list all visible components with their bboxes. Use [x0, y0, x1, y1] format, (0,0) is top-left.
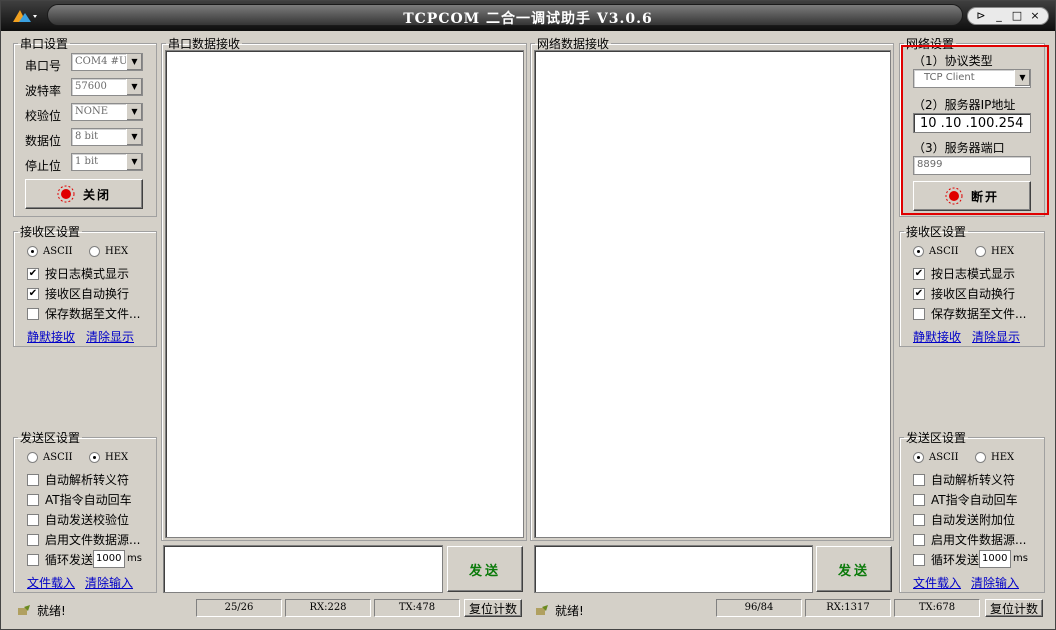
right-status-tx: TX:678 — [894, 599, 980, 617]
right-status-lines: 96/84 — [716, 599, 802, 617]
chevron-down-icon: ▼ — [126, 129, 142, 145]
left-recv-ascii-radio[interactable]: ASCII — [27, 246, 73, 257]
chevron-down-icon: ▼ — [126, 104, 142, 120]
right-save-file-checkbox[interactable]: 保存数据至文件... — [913, 305, 1026, 322]
port-select[interactable]: COM4 #USB ▼ — [71, 53, 143, 71]
window-controls: ⊳ _ □ × — [967, 7, 1049, 25]
right-recv-ascii-radio[interactable]: ASCII — [913, 246, 959, 257]
left-clear-input-link[interactable]: 清除输入 — [85, 574, 133, 591]
ready-status-icon — [18, 604, 30, 615]
stopbits-label: 停止位 — [25, 159, 62, 173]
protocol-select[interactable]: TCP Client ▼ — [913, 69, 1031, 88]
parity-label: 校验位 — [25, 109, 62, 123]
minimize-button[interactable]: _ — [992, 9, 1006, 23]
right-loop-send-checkbox[interactable]: 循环发送 — [913, 551, 979, 568]
server-port-input[interactable]: 8899 — [913, 156, 1031, 175]
serial-send-input[interactable] — [163, 545, 443, 593]
left-auto-check-checkbox[interactable]: 自动发送校验位 — [27, 511, 129, 528]
right-auto-append-checkbox[interactable]: 自动发送附加位 — [913, 511, 1015, 528]
right-send-hex-radio[interactable]: HEX — [975, 452, 1014, 463]
close-button[interactable]: × — [1028, 9, 1042, 23]
parity-select[interactable]: NONE ▼ — [71, 103, 143, 121]
left-status-lines: 25/26 — [196, 599, 282, 617]
right-loop-interval-input[interactable]: 1000 — [979, 550, 1011, 568]
right-status-ready: 就绪! — [535, 602, 584, 619]
ready-status-icon — [536, 604, 548, 615]
protocol-label: （1）协议类型 — [913, 54, 993, 68]
title-bar[interactable]: TCPCOM 二合一调试助手 V3.0.6 ⊳ _ □ × — [1, 1, 1055, 31]
left-save-file-checkbox[interactable]: 保存数据至文件... — [27, 305, 140, 322]
right-clear-input-link[interactable]: 清除输入 — [971, 574, 1019, 591]
right-load-file-link[interactable]: 文件载入 — [913, 574, 961, 591]
net-send-button[interactable]: 发送 — [816, 546, 892, 592]
left-loop-send-checkbox[interactable]: 循环发送 — [27, 551, 93, 568]
left-send-hex-radio[interactable]: HEX — [89, 452, 128, 463]
left-load-file-link[interactable]: 文件载入 — [27, 574, 75, 591]
left-parse-escape-checkbox[interactable]: 自动解析转义符 — [27, 471, 129, 488]
server-ip-label: （2）服务器IP地址 — [913, 98, 1016, 112]
maximize-button[interactable]: □ — [1010, 9, 1024, 23]
server-ip-input[interactable]: 10 . 10 . 100. 254 — [913, 113, 1031, 133]
left-status-tx: TX:478 — [374, 599, 460, 617]
serial-send-button[interactable]: 发送 — [447, 546, 523, 592]
server-port-label: （3）服务器端口 — [913, 141, 1005, 155]
left-status-rx: RX:228 — [285, 599, 371, 617]
left-file-source-checkbox[interactable]: 启用文件数据源... — [27, 531, 140, 548]
window-title: TCPCOM 二合一调试助手 V3.0.6 — [403, 11, 653, 27]
right-send-ascii-radio[interactable]: ASCII — [913, 452, 959, 463]
right-recv-hex-radio[interactable]: HEX — [975, 246, 1014, 257]
databits-label: 数据位 — [25, 134, 62, 148]
right-auto-wrap-checkbox[interactable]: ✔ 接收区自动换行 — [913, 285, 1015, 302]
network-disconnect-button[interactable]: 断开 — [913, 181, 1031, 211]
right-silent-link[interactable]: 静默接收 — [913, 328, 961, 345]
serial-recv-textarea[interactable] — [165, 50, 524, 538]
right-reset-count-button[interactable]: 复位计数 — [985, 599, 1043, 617]
left-send-ascii-radio[interactable]: ASCII — [27, 452, 73, 463]
baud-select[interactable]: 57600 ▼ — [71, 78, 143, 96]
right-log-mode-checkbox[interactable]: ✔ 按日志模式显示 — [913, 265, 1015, 282]
left-log-mode-checkbox[interactable]: ✔ 按日志模式显示 — [27, 265, 129, 282]
baud-label: 波特率 — [25, 84, 62, 98]
serial-close-button[interactable]: 关闭 — [25, 179, 143, 209]
port-label: 串口号 — [25, 59, 62, 73]
left-status-ready: 就绪! — [17, 602, 66, 619]
left-reset-count-button[interactable]: 复位计数 — [464, 599, 522, 617]
left-clear-display-link[interactable]: 清除显示 — [86, 328, 134, 345]
left-silent-link[interactable]: 静默接收 — [27, 328, 75, 345]
red-led-icon — [57, 185, 75, 203]
chevron-down-icon: ▼ — [126, 154, 142, 170]
right-file-source-checkbox[interactable]: 启用文件数据源... — [913, 531, 1026, 548]
net-recv-textarea[interactable] — [534, 50, 891, 538]
net-send-input[interactable] — [534, 545, 813, 593]
left-recv-hex-radio[interactable]: HEX — [89, 246, 128, 257]
chevron-down-icon: ▼ — [126, 79, 142, 95]
app-window: TCPCOM 二合一调试助手 V3.0.6 ⊳ _ □ × 串口设置 串口号 C… — [0, 0, 1056, 630]
right-clear-display-link[interactable]: 清除显示 — [972, 328, 1020, 345]
red-led-icon — [945, 187, 963, 205]
right-parse-escape-checkbox[interactable]: 自动解析转义符 — [913, 471, 1015, 488]
chevron-down-icon: ▼ — [126, 54, 142, 70]
chevron-down-icon: ▼ — [1014, 70, 1030, 86]
right-at-cr-checkbox[interactable]: AT指令自动回车 — [913, 491, 1018, 508]
right-status-rx: RX:1317 — [805, 599, 891, 617]
databits-select[interactable]: 8 bit ▼ — [71, 128, 143, 146]
left-auto-wrap-checkbox[interactable]: ✔ 接收区自动换行 — [27, 285, 129, 302]
pin-icon[interactable]: ⊳ — [974, 9, 988, 23]
left-loop-interval-input[interactable]: 1000 — [93, 550, 125, 568]
stopbits-select[interactable]: 1 bit ▼ — [71, 153, 143, 171]
left-at-cr-checkbox[interactable]: AT指令自动回车 — [27, 491, 132, 508]
